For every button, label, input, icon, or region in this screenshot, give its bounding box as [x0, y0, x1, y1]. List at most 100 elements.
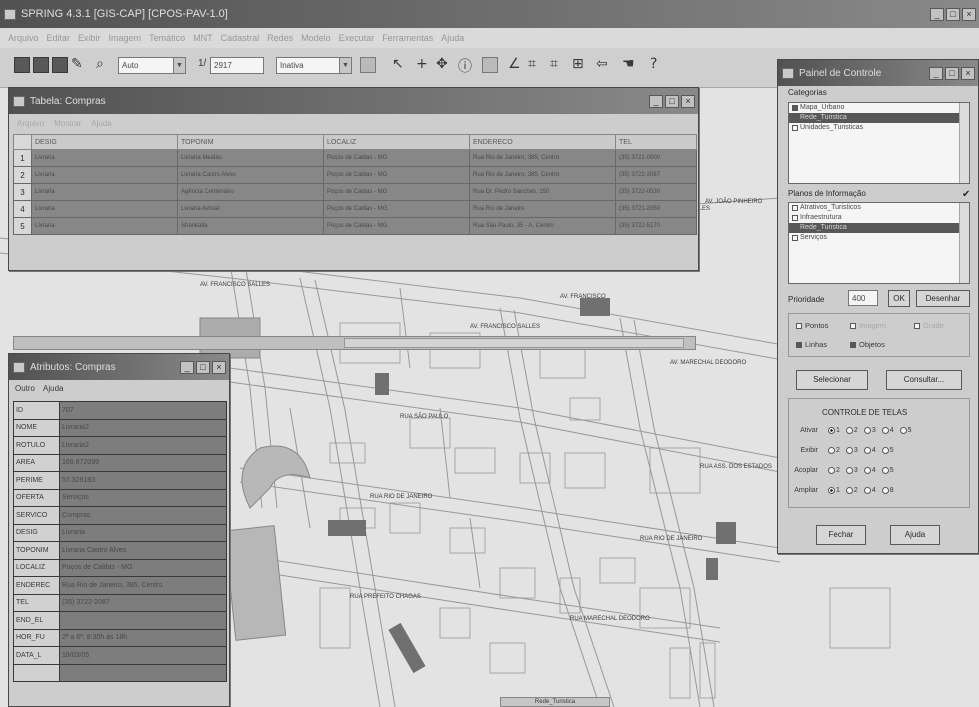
cursor-icon[interactable]: ↖ [392, 56, 404, 72]
edit-tool-icon[interactable]: ⌗ [550, 56, 558, 72]
categorias-list[interactable]: Mapa_Urbano Rede_Turistica Unidades_Turist… [788, 102, 970, 184]
select-tool-icon[interactable]: ⌗ [528, 56, 536, 72]
radio-button[interactable] [863, 466, 871, 474]
cell-tel[interactable]: (35) 3722-0530 [615, 183, 697, 201]
attribute-value[interactable]: 707 [59, 401, 227, 420]
fechar-button[interactable]: Fechar [816, 525, 866, 545]
pan-icon[interactable]: ✥ [436, 56, 448, 72]
selecionar-button[interactable]: Selecionar [796, 370, 868, 390]
add-icon[interactable]: + [416, 56, 428, 72]
maximize-icon[interactable]: □ [196, 360, 210, 374]
pontos-checkbox[interactable]: Pontos [796, 321, 828, 330]
row-number[interactable]: 1 [13, 149, 32, 167]
cell-desig[interactable]: Livraria [31, 200, 178, 218]
cell-tel[interactable]: (35) 3722-2087 [615, 166, 697, 184]
linhas-checkbox[interactable]: Linhas [796, 340, 827, 349]
close-icon[interactable]: × [681, 94, 695, 108]
cell-desig[interactable]: Livraria [31, 217, 178, 235]
cell-tel[interactable]: (35) 3721-2050 [615, 200, 697, 218]
column-header-tel[interactable]: TEL [615, 134, 697, 150]
cell-localiz[interactable]: Poços de Caldas - MG [323, 149, 470, 167]
radio-button[interactable] [863, 446, 871, 454]
tabela-menu-mostrar[interactable]: Mostrar [54, 119, 81, 128]
radio-button[interactable] [881, 466, 889, 474]
row-number[interactable]: 2 [13, 166, 32, 184]
cell-desig[interactable]: Livraria [31, 149, 178, 167]
radio-button[interactable] [863, 486, 871, 494]
list-item[interactable]: Mapa_Urbano [789, 103, 969, 113]
checkbox-checked[interactable] [792, 115, 798, 121]
tabela-menu-arquivo[interactable]: Arquivo [17, 119, 44, 128]
menu-item-0[interactable]: Arquivo [8, 33, 39, 43]
print-icon[interactable] [52, 57, 68, 73]
row-number[interactable]: 4 [13, 200, 32, 218]
list-item[interactable]: Atrativos_Turisticos [789, 203, 969, 213]
ajuda-button[interactable]: Ajuda [890, 525, 940, 545]
zoom-icon[interactable]: ⌕ [96, 56, 104, 72]
checkbox-box[interactable] [792, 215, 798, 221]
ok-button[interactable]: OK [888, 290, 910, 307]
cell-localiz[interactable]: Poços de Caldas - MG [323, 217, 470, 235]
grid-tool-icon[interactable]: ⊞ [572, 56, 584, 72]
attribute-value[interactable]: Compras [59, 506, 227, 525]
list-item[interactable]: Infraestrutura [789, 213, 969, 223]
radio-button[interactable] [881, 446, 889, 454]
menu-item-1[interactable]: Editar [47, 33, 71, 43]
checkbox-checked[interactable] [792, 105, 798, 111]
cell-endereco[interactable]: Rua Dr. Pedro Sanches, 150 [469, 183, 616, 201]
menu-item-7[interactable]: Redes [267, 33, 293, 43]
radio-button[interactable] [899, 426, 907, 434]
table-row[interactable]: 1 Livraria Livraria Idealas Poços de Cal… [13, 149, 697, 167]
cell-toponim[interactable]: Livraria Idealas [177, 149, 324, 167]
cell-tel[interactable]: (35) 3722-5170 [615, 217, 697, 235]
info-icon[interactable]: ⓘ [458, 56, 472, 76]
row-number[interactable]: 3 [13, 183, 32, 201]
table-row[interactable]: 2 Livraria Livraria Castro Alves Poços d… [13, 166, 697, 184]
maximize-icon[interactable]: □ [665, 94, 679, 108]
minimize-icon[interactable]: _ [180, 360, 194, 374]
menu-item-9[interactable]: Executar [339, 33, 375, 43]
table-row[interactable]: 5 Livraria Shankalla Poços de Caldas - M… [13, 217, 697, 235]
attribute-value[interactable]: Rua Rio de Janeiro, 385, Centro [59, 576, 227, 595]
planos-list[interactable]: Atrativos_Turisticos Infraestrutura Rede_T… [788, 202, 970, 284]
attribute-value[interactable]: 18/03/05 [59, 646, 227, 665]
attribute-value[interactable] [59, 663, 227, 682]
radio-button[interactable] [845, 486, 853, 494]
scrollbar-thumb[interactable] [344, 338, 684, 348]
radio-button[interactable] [845, 466, 853, 474]
menu-item-3[interactable]: Imagem [109, 33, 142, 43]
checkbox-checked[interactable] [792, 225, 798, 231]
column-header-localiz[interactable]: LOCALIZ [323, 134, 470, 150]
attribute-value[interactable]: Livraria2 [59, 418, 227, 437]
cell-endereco[interactable]: Rua Rio de Janeiro, 385, Centro [469, 149, 616, 167]
maximize-icon[interactable]: □ [945, 66, 959, 80]
blank-tool-icon[interactable] [482, 57, 498, 73]
vertical-scrollbar[interactable] [959, 203, 969, 283]
maximize-icon[interactable]: □ [946, 7, 960, 21]
radio-button[interactable] [828, 486, 835, 494]
layers-icon[interactable] [360, 57, 376, 73]
cell-desig[interactable]: Livraria [31, 183, 178, 201]
auto-combo[interactable]: Auto ▼ [118, 57, 186, 74]
row-number[interactable]: 5 [13, 217, 32, 235]
tabela-menu-ajuda[interactable]: Ajuda [91, 119, 111, 128]
menu-item-6[interactable]: Cadastral [221, 33, 260, 43]
open-icon[interactable] [14, 57, 30, 73]
radio-button[interactable] [845, 426, 853, 434]
cell-toponim[interactable]: Livraria Castro Alves [177, 166, 324, 184]
radio-button[interactable] [828, 446, 835, 454]
checkbox-box[interactable] [792, 125, 798, 131]
horizontal-scrollbar[interactable] [13, 336, 696, 350]
cell-toponim[interactable]: Agência Centenário [177, 183, 324, 201]
prioridade-input[interactable]: 400 [848, 290, 878, 306]
checkbox-box[interactable] [792, 205, 798, 211]
close-icon[interactable]: × [961, 66, 975, 80]
radio-button[interactable] [881, 426, 889, 434]
cell-endereco[interactable]: Rua Rio de Janeiro [469, 200, 616, 218]
table-row[interactable]: 4 Livraria Livraria Avistal Poços de Cal… [13, 200, 697, 218]
cell-tel[interactable]: (35) 3721-0000 [615, 149, 697, 167]
imagem-checkbox[interactable]: Imagem [850, 321, 886, 330]
column-header-desig[interactable]: DESIG [31, 134, 178, 150]
table-row[interactable]: 3 Livraria Agência Centenário Poços de C… [13, 183, 697, 201]
attribute-value[interactable]: Livraria Castro Alves [59, 541, 227, 560]
